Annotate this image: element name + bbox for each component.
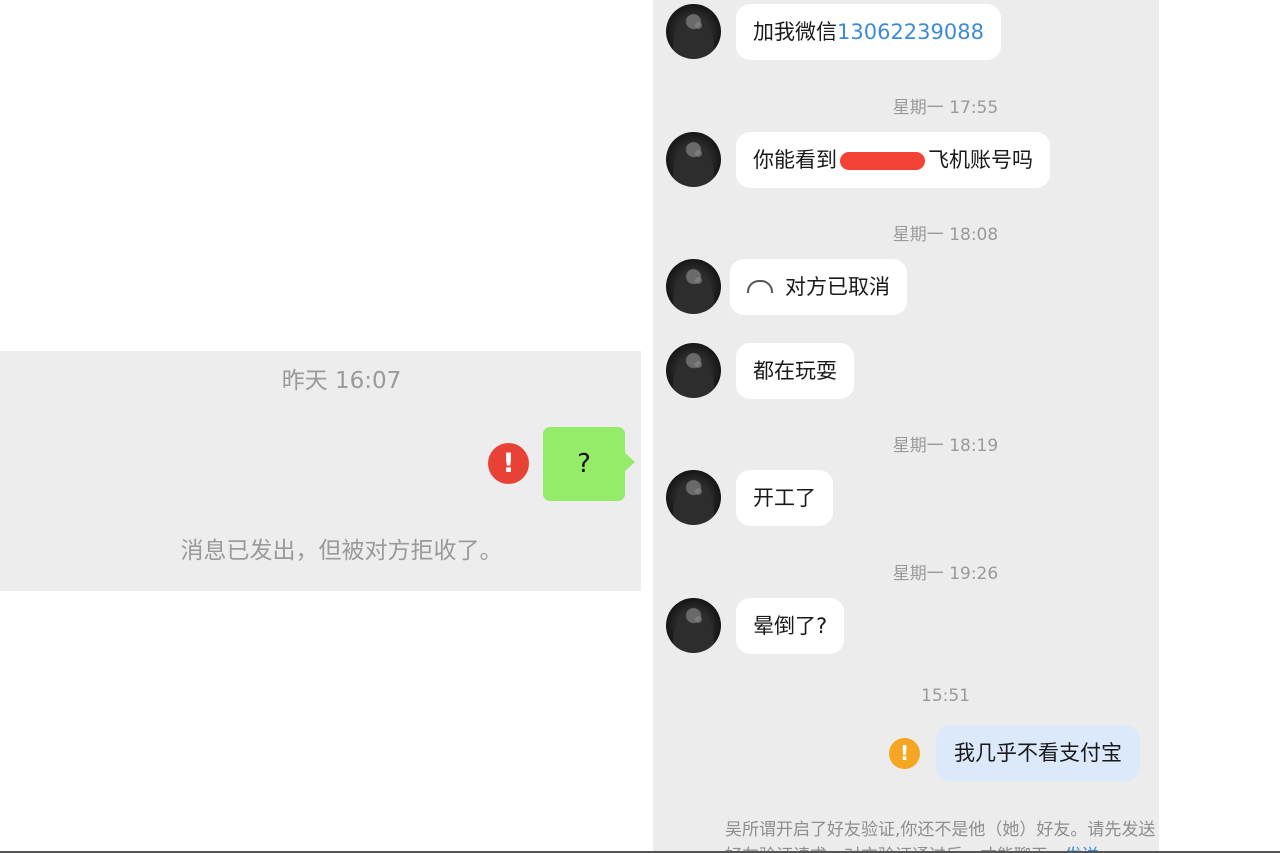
message-timestamp: 昨天 16:07 <box>281 368 402 394</box>
message-bubble[interactable]: 你能看到 飞机账号吗 <box>736 132 1050 188</box>
right-margin <box>1159 0 1280 853</box>
warning-icon[interactable]: ! <box>889 738 920 769</box>
right-chat-panel: 加我微信13062239088 星期一 17:55 你能看到 飞机账号吗 星期一 … <box>653 0 1159 853</box>
call-record-bubble[interactable]: 对方已取消 <box>730 259 907 315</box>
left-panel-bottom <box>0 593 641 853</box>
friend-verification-notice: 吴所谓开启了好友验证,你还不是他（她）好友。请先发送好友验证请求，对方验证通过后… <box>725 817 1158 853</box>
call-status-text: 对方已取消 <box>785 275 890 299</box>
phone-number-link[interactable]: 13062239088 <box>837 20 984 44</box>
timestamp: 星期一 19:26 <box>892 564 999 584</box>
send-failed-icon[interactable]: ! <box>488 443 529 484</box>
contact-avatar[interactable] <box>666 598 721 653</box>
contact-avatar[interactable] <box>666 132 721 187</box>
bubble-tail <box>625 453 635 471</box>
rejection-notice: 消息已发出，但被对方拒收了。 <box>180 538 503 564</box>
redaction-mark <box>840 152 925 170</box>
message-bubble[interactable]: 开工了 <box>736 470 833 526</box>
timestamp: 星期一 17:55 <box>892 98 999 118</box>
message-text: 飞机账号吗 <box>928 148 1033 172</box>
left-panel-top <box>0 0 641 351</box>
timestamp: 星期一 18:08 <box>892 225 999 245</box>
contact-avatar[interactable] <box>666 470 721 525</box>
contact-avatar[interactable] <box>666 259 721 314</box>
message-bubble[interactable]: 晕倒了? <box>736 598 845 654</box>
contact-avatar[interactable] <box>666 4 721 59</box>
sent-message-bubble[interactable]: ? <box>543 427 625 501</box>
message-text: 你能看到 <box>753 148 837 172</box>
message-bubble[interactable]: 加我微信13062239088 <box>736 4 1001 60</box>
timestamp: 15:51 <box>921 686 970 706</box>
panel-divider <box>641 0 653 853</box>
outgoing-message-bubble[interactable]: 我几乎不看支付宝 <box>936 725 1140 781</box>
message-text: 加我微信 <box>753 20 837 44</box>
contact-avatar[interactable] <box>666 343 721 398</box>
timestamp: 星期一 18:19 <box>892 436 999 456</box>
message-bubble[interactable]: 都在玩耍 <box>736 343 854 399</box>
phone-hangup-icon <box>747 279 773 293</box>
